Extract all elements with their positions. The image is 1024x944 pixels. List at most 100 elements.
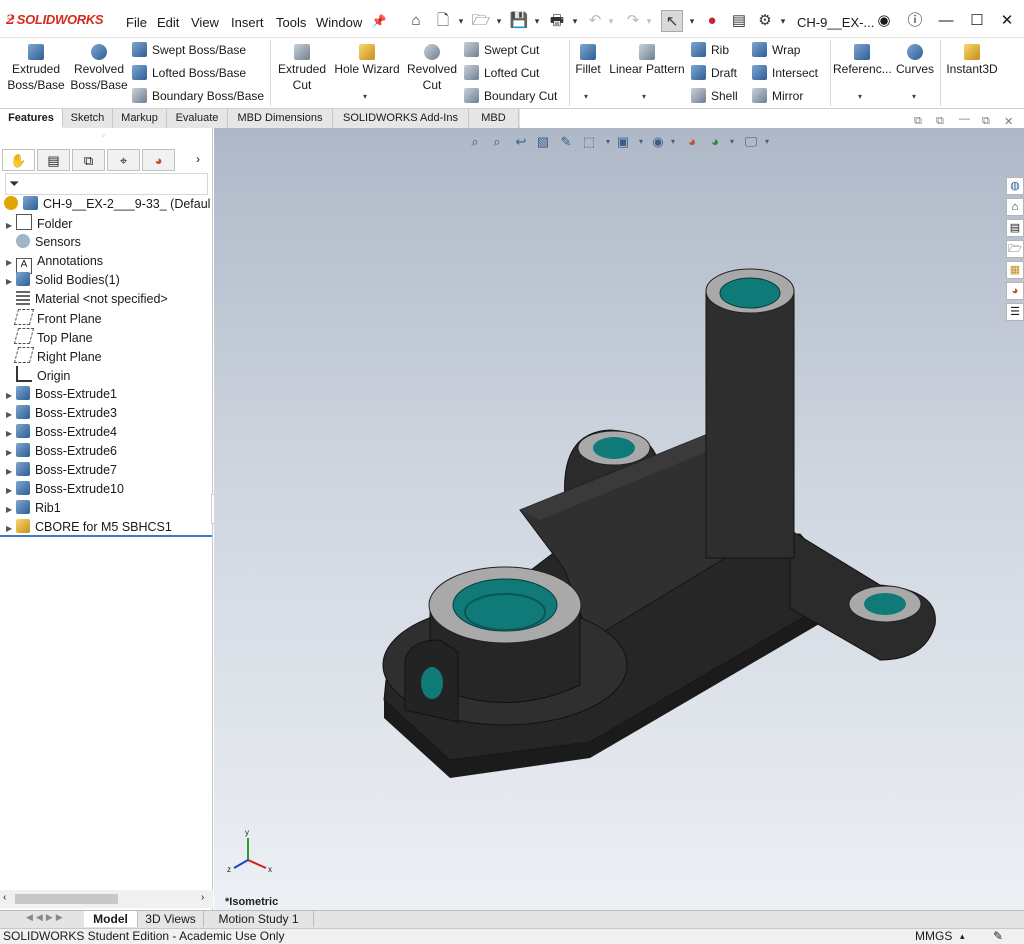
menu-file[interactable]: File bbox=[126, 15, 147, 30]
lofted-cut-button[interactable]: Lofted Cut bbox=[464, 64, 539, 82]
revolved-cut-button[interactable]: Revolved Cut bbox=[404, 44, 460, 93]
rebuild-traffic-light-icon[interactable]: ● bbox=[701, 10, 723, 32]
reference-dropdown-icon[interactable]: ▾ bbox=[858, 92, 862, 101]
tree-item-boss-extrude7[interactable]: ▶ Boss-Extrude7 bbox=[0, 461, 212, 480]
view-palette-icon[interactable]: 🗁 bbox=[1006, 240, 1024, 258]
expand-arrow-icon[interactable]: ▶ bbox=[6, 519, 16, 538]
expand-arrow-icon[interactable]: ▶ bbox=[6, 443, 16, 462]
menu-tools[interactable]: Tools bbox=[276, 15, 306, 30]
pane-expand-arrow-icon[interactable]: › bbox=[196, 152, 200, 166]
tab-markup[interactable]: Markup bbox=[113, 109, 167, 128]
select-cursor-icon[interactable]: ↖ bbox=[661, 10, 683, 32]
new-document-icon[interactable]: 🗋 bbox=[432, 10, 454, 32]
tab-scroll-arrows-icon[interactable]: ◀◀▶▶ bbox=[26, 912, 66, 923]
feature-manager-tab[interactable]: ✋ bbox=[2, 149, 35, 171]
intersect-button[interactable]: Intersect bbox=[752, 64, 818, 82]
tree-item-solid-bodies[interactable]: ▶ Solid Bodies(1) bbox=[0, 271, 212, 290]
pane-horizontal-scrollbar[interactable]: ‹ › bbox=[0, 890, 213, 908]
expand-arrow-icon[interactable]: ▶ bbox=[6, 405, 16, 424]
solidworks-resources-icon[interactable]: ◍ bbox=[1006, 177, 1024, 195]
viewport-restore-icon[interactable]: ⧉ bbox=[982, 115, 990, 128]
tree-root-part[interactable]: CH-9__EX-2___9-33_ (Defaul bbox=[0, 195, 212, 214]
undo-icon[interactable]: ↶ bbox=[584, 10, 606, 32]
part-model[interactable]: y x z bbox=[214, 128, 1024, 910]
tree-item-right-plane[interactable]: Right Plane bbox=[0, 347, 212, 366]
tree-item-boss-extrude10[interactable]: ▶ Boss-Extrude10 bbox=[0, 480, 212, 499]
zoom-to-fit-icon[interactable]: ⌕ bbox=[467, 134, 483, 150]
wrap-button[interactable]: Wrap bbox=[752, 41, 800, 59]
viewport-minimize-icon[interactable]: — bbox=[959, 113, 970, 125]
view-orientation-icon[interactable]: ⬚ bbox=[581, 134, 597, 150]
tab-features[interactable]: Features bbox=[0, 109, 63, 128]
hide-show-items-icon[interactable]: ◉ bbox=[650, 134, 666, 150]
tree-item-top-plane[interactable]: Top Plane bbox=[0, 328, 212, 347]
open-dropdown-icon[interactable]: ▾ bbox=[494, 10, 504, 32]
viewport-close-icon[interactable]: ✕ bbox=[1004, 115, 1013, 128]
tree-item-sensors[interactable]: Sensors bbox=[0, 233, 212, 252]
scroll-right-icon[interactable]: › bbox=[201, 892, 204, 903]
tab-evaluate[interactable]: Evaluate bbox=[167, 109, 228, 128]
user-account-icon[interactable]: ◉ bbox=[871, 10, 897, 32]
swept-boss-button[interactable]: Swept Boss/Base bbox=[132, 41, 246, 59]
dimxpert-manager-tab[interactable]: ⌖ bbox=[107, 149, 140, 171]
menu-insert[interactable]: Insert bbox=[231, 15, 264, 30]
expand-arrow-icon[interactable]: ▶ bbox=[6, 253, 16, 272]
menu-view[interactable]: View bbox=[191, 15, 219, 30]
units-dropdown-icon[interactable]: ▴ bbox=[960, 929, 965, 944]
maximize-icon[interactable]: ☐ bbox=[964, 10, 990, 32]
tree-item-cbore-hole[interactable]: ▶ CBORE for M5 SBHCS1 bbox=[0, 518, 212, 537]
extruded-boss-button[interactable]: Extruded Boss/Base bbox=[4, 44, 68, 93]
minimize-icon[interactable]: — bbox=[933, 10, 959, 32]
menu-edit[interactable]: Edit bbox=[157, 15, 179, 30]
tree-filter-input[interactable]: ⏷ bbox=[5, 173, 208, 195]
curves-button[interactable]: Curves bbox=[893, 44, 937, 77]
options-dropdown-icon[interactable]: ▾ bbox=[778, 10, 788, 32]
expand-arrow-icon[interactable]: ▶ bbox=[6, 462, 16, 481]
color-wheel-icon[interactable]: ◕ bbox=[1006, 282, 1024, 300]
graphics-viewport[interactable]: y x z bbox=[214, 128, 1024, 910]
apply-scene-icon[interactable]: ◕ bbox=[707, 134, 723, 150]
lofted-boss-button[interactable]: Lofted Boss/Base bbox=[132, 64, 246, 82]
help-icon[interactable]: ⓘ bbox=[902, 10, 928, 32]
tree-item-material[interactable]: Material <not specified> bbox=[0, 290, 212, 309]
print-icon[interactable]: 🖶 bbox=[546, 10, 568, 32]
tree-item-front-plane[interactable]: Front Plane bbox=[0, 309, 212, 328]
display-style-icon[interactable]: ▣ bbox=[615, 134, 631, 150]
redo-icon[interactable]: ↷ bbox=[622, 10, 644, 32]
close-icon[interactable]: ✕ bbox=[994, 10, 1020, 32]
tree-item-annotations[interactable]: ▶ A Annotations bbox=[0, 252, 212, 274]
custom-properties-icon[interactable]: ☰ bbox=[1006, 303, 1024, 321]
expand-arrow-icon[interactable]: ▶ bbox=[6, 272, 16, 291]
save-dropdown-icon[interactable]: ▾ bbox=[532, 10, 542, 32]
expand-arrow-icon[interactable]: ▶ bbox=[6, 481, 16, 500]
design-library-icon[interactable]: ⌂ bbox=[1006, 198, 1024, 216]
tab-sketch[interactable]: Sketch bbox=[63, 109, 113, 128]
tab-mbd-dimensions[interactable]: MBD Dimensions bbox=[228, 109, 333, 128]
configuration-manager-tab[interactable]: ⧉ bbox=[72, 149, 105, 171]
scroll-left-icon[interactable]: ‹ bbox=[3, 892, 6, 903]
boundary-cut-button[interactable]: Boundary Cut bbox=[464, 87, 557, 105]
rib-button[interactable]: Rib bbox=[691, 41, 729, 59]
units-selector[interactable]: MMGS bbox=[915, 929, 952, 944]
dynamic-annotation-icon[interactable]: ✎ bbox=[558, 134, 574, 150]
tree-item-boss-extrude3[interactable]: ▶ Boss-Extrude3 bbox=[0, 404, 212, 423]
reference-geometry-button[interactable]: Referenc... bbox=[833, 44, 892, 77]
linear-pattern-button[interactable]: Linear Pattern bbox=[607, 44, 687, 77]
select-dropdown-icon[interactable]: ▾ bbox=[687, 10, 697, 32]
edit-appearance-icon[interactable]: ◕ bbox=[684, 134, 700, 150]
previous-view-icon[interactable]: ↩ bbox=[513, 134, 529, 150]
pin-icon[interactable]: 📌 bbox=[368, 10, 390, 32]
expand-arrow-icon[interactable]: ▶ bbox=[6, 424, 16, 443]
hide-show-dropdown-icon[interactable]: ▾ bbox=[665, 134, 681, 150]
extruded-cut-button[interactable]: Extruded Cut bbox=[274, 44, 330, 93]
swept-cut-button[interactable]: Swept Cut bbox=[464, 41, 539, 59]
apply-scene-dropdown-icon[interactable]: ▾ bbox=[724, 134, 740, 150]
redo-dropdown-icon[interactable]: ▾ bbox=[644, 10, 654, 32]
mirror-button[interactable]: Mirror bbox=[752, 87, 803, 105]
appearances-scenes-icon[interactable]: ▦ bbox=[1006, 261, 1024, 279]
tree-item-boss-extrude4[interactable]: ▶ Boss-Extrude4 bbox=[0, 423, 212, 442]
solidworks-logo[interactable]: ƻ SOLIDWORKS bbox=[6, 12, 104, 28]
instant3d-button[interactable]: Instant3D bbox=[943, 44, 1001, 77]
display-style-dropdown-icon[interactable]: ▾ bbox=[633, 134, 649, 150]
view-settings-icon[interactable]: 🖵 bbox=[743, 134, 759, 150]
